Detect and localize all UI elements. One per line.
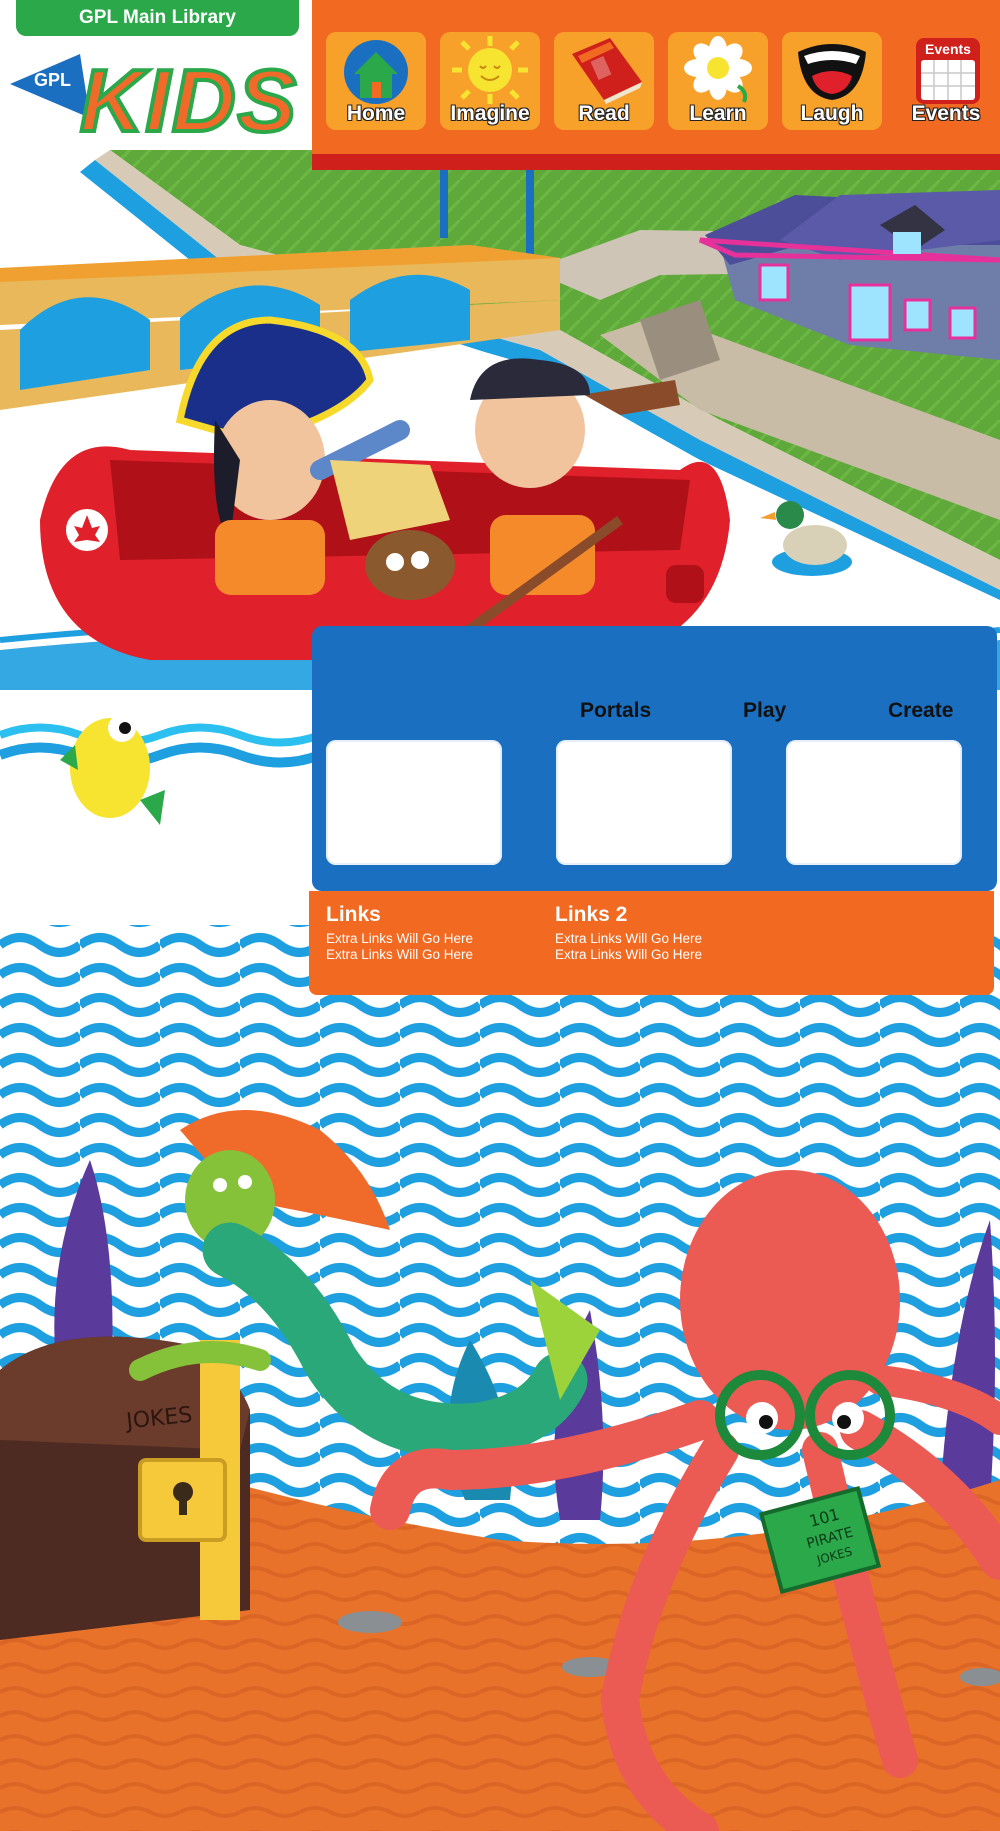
nav-imagine-label: Imagine: [450, 102, 530, 125]
calendar-icon: Events: [916, 38, 980, 104]
page: JOKES 101 PIRATE JOKES GPL Main Library …: [0, 0, 1000, 1831]
book-icon: [572, 38, 642, 104]
svg-text:Events: Events: [925, 41, 971, 57]
links-bar: Links Extra Links Will Go Here Extra Lin…: [309, 891, 994, 995]
main-nav: Home Imagine Read Learn Laugh Events Eve…: [312, 0, 1000, 170]
mouth-icon: [798, 44, 866, 100]
nav-laugh-label: Laugh: [800, 102, 864, 125]
logo-gpl-text: GPL: [34, 70, 72, 90]
portal-box-1[interactable]: [326, 740, 502, 865]
nav-home[interactable]: Home: [326, 32, 426, 130]
nav-events-label: Events: [911, 102, 981, 125]
links-column-1: Links Extra Links Will Go Here Extra Lin…: [326, 903, 473, 963]
portals-heading: Portals: [580, 699, 652, 722]
extra-link[interactable]: Extra Links Will Go Here: [326, 931, 473, 947]
gpl-kids-logo[interactable]: GPL KIDS: [10, 49, 305, 160]
treasure-chest: JOKES: [0, 1336, 250, 1640]
nav-laugh[interactable]: Laugh: [782, 32, 882, 130]
dog: [365, 530, 455, 600]
sun-icon: [452, 36, 528, 104]
nav-home-label: Home: [346, 102, 406, 125]
extra-link[interactable]: Extra Links Will Go Here: [555, 947, 702, 963]
nav-learn-label: Learn: [689, 102, 747, 125]
nav-learn[interactable]: Learn: [668, 32, 768, 130]
nav-imagine[interactable]: Imagine: [440, 32, 540, 130]
flower-icon: [684, 36, 752, 103]
links-column-2: Links 2 Extra Links Will Go Here Extra L…: [555, 903, 702, 963]
logo-kids-text: KIDS: [78, 49, 299, 152]
portal-box-2[interactable]: [556, 740, 732, 865]
extra-link[interactable]: Extra Links Will Go Here: [326, 947, 473, 963]
nav-read-label: Read: [578, 102, 630, 125]
house-icon: [344, 40, 408, 104]
extra-link[interactable]: Extra Links Will Go Here: [555, 931, 702, 947]
portal-box-3[interactable]: [786, 740, 962, 865]
play-heading: Play: [743, 699, 787, 722]
nav-read[interactable]: Read: [554, 32, 654, 130]
links-title: Links: [326, 903, 381, 926]
nav-events[interactable]: Events Events: [896, 32, 996, 130]
create-heading: Create: [888, 699, 954, 722]
links-2-title: Links 2: [555, 903, 628, 926]
main-library-link[interactable]: GPL Main Library: [16, 0, 299, 36]
